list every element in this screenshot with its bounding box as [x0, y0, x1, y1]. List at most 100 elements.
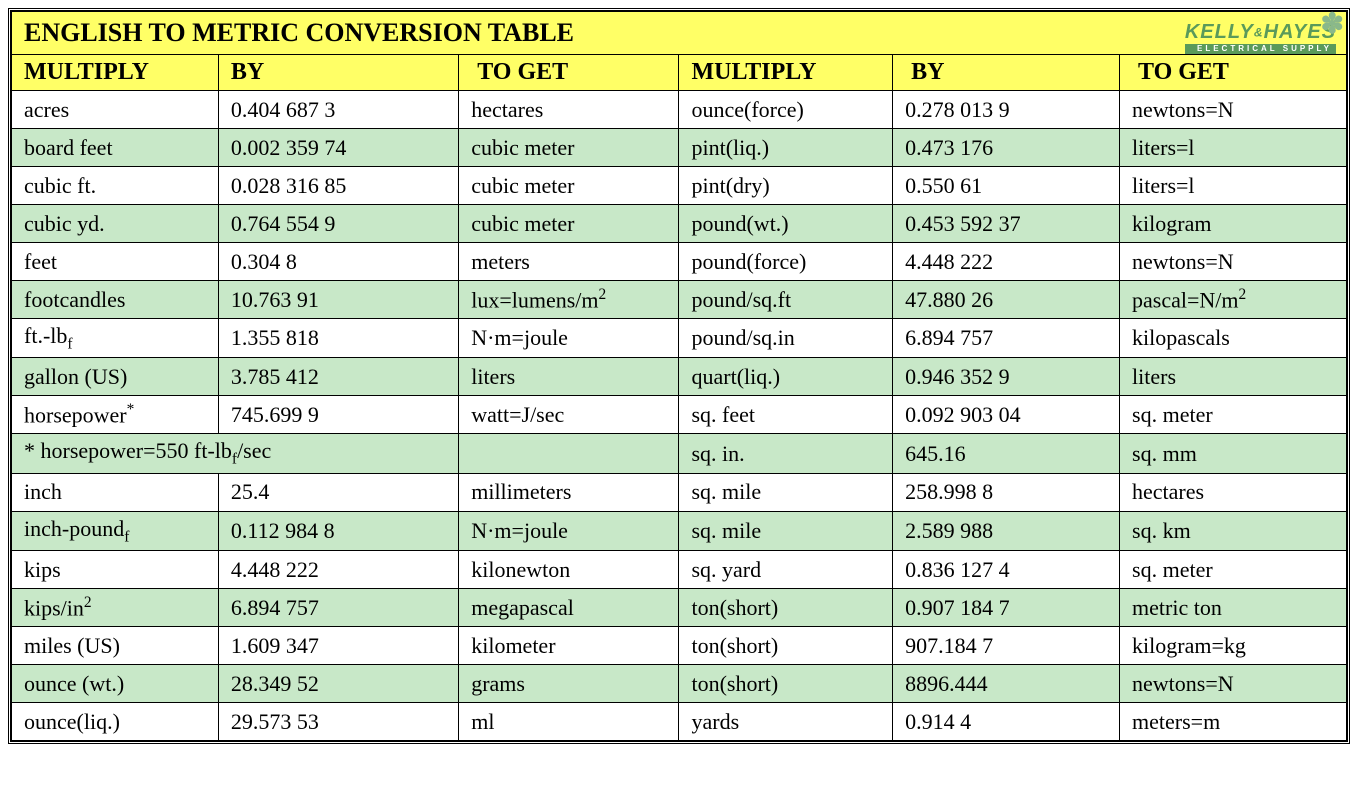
multiply-1-cell: board feet — [12, 129, 219, 167]
toget-2-cell: sq. km — [1120, 511, 1347, 550]
header-multiply-2: MULTIPLY — [679, 55, 893, 91]
toget-2-cell: sq. meter — [1120, 551, 1347, 589]
by-2-cell: 0.836 127 4 — [893, 551, 1120, 589]
table-row: kips4.448 222kilonewtonsq. yard0.836 127… — [12, 551, 1347, 589]
multiply-2-cell: ton(short) — [679, 665, 893, 703]
multiply-1-cell: kips/in2 — [12, 589, 219, 627]
multiply-1-cell: ft.-lbf — [12, 319, 219, 358]
toget-2-cell: sq. mm — [1120, 434, 1347, 473]
brand-main-text: KELLY&HAYES — [1185, 21, 1336, 43]
multiply-2-cell: pound/sq.ft — [679, 281, 893, 319]
table-row: miles (US)1.609 347kilometerton(short)90… — [12, 627, 1347, 665]
by-2-cell: 47.880 26 — [893, 281, 1120, 319]
by-2-cell: 645.16 — [893, 434, 1120, 473]
brand-amp: & — [1254, 26, 1264, 40]
toget-2-cell: newtons=N — [1120, 665, 1347, 703]
multiply-2-cell: sq. yard — [679, 551, 893, 589]
by-2-cell: 6.894 757 — [893, 319, 1120, 358]
by-2-cell: 0.550 61 — [893, 167, 1120, 205]
toget-2-cell: sq. meter — [1120, 396, 1347, 434]
toget-1-cell: N·m=joule — [459, 319, 679, 358]
by-2-cell: 0.946 352 9 — [893, 358, 1120, 396]
conversion-table-wrapper: ENGLISH TO METRIC CONVERSION TABLE ✽ KEL… — [8, 8, 1350, 744]
multiply-2-cell: sq. mile — [679, 511, 893, 550]
by-2-cell: 0.473 176 — [893, 129, 1120, 167]
star-icon: ✽ — [1321, 10, 1344, 38]
by-2-cell: 258.998 8 — [893, 473, 1120, 511]
by-1-cell: 745.699 9 — [218, 396, 458, 434]
toget-1-cell: cubic meter — [459, 129, 679, 167]
multiply-2-cell: pound(force) — [679, 243, 893, 281]
table-row: * horsepower=550 ft-lbf/secsq. in.645.16… — [12, 434, 1347, 473]
multiply-1-cell: kips — [12, 551, 219, 589]
brand-logo: ✽ KELLY&HAYES ELECTRICAL SUPPLY — [1185, 16, 1336, 54]
toget-1-cell: megapascal — [459, 589, 679, 627]
toget-2-cell: newtons=N — [1120, 243, 1347, 281]
toget-1-cell: watt=J/sec — [459, 396, 679, 434]
toget-2-cell: liters — [1120, 358, 1347, 396]
header-multiply-1: MULTIPLY — [12, 55, 219, 91]
by-1-cell: 1.355 818 — [218, 319, 458, 358]
toget-1-cell: hectares — [459, 91, 679, 129]
toget-1-cell: kilometer — [459, 627, 679, 665]
toget-1-cell: cubic meter — [459, 167, 679, 205]
by-2-cell: 0.914 4 — [893, 703, 1120, 741]
toget-1-cell: ml — [459, 703, 679, 741]
by-2-cell: 4.448 222 — [893, 243, 1120, 281]
multiply-1-cell: horsepower* — [12, 396, 219, 434]
brand-subtitle: ELECTRICAL SUPPLY — [1185, 44, 1336, 54]
multiply-1-cell: ounce(liq.) — [12, 703, 219, 741]
toget-2-cell: metric ton — [1120, 589, 1347, 627]
toget-1-cell: meters — [459, 243, 679, 281]
by-1-cell: 0.304 8 — [218, 243, 458, 281]
toget-2-cell: meters=m — [1120, 703, 1347, 741]
multiply-2-cell: pound/sq.in — [679, 319, 893, 358]
table-row: gallon (US)3.785 412litersquart(liq.)0.9… — [12, 358, 1347, 396]
toget-2-cell: pascal=N/m2 — [1120, 281, 1347, 319]
toget-2-cell: hectares — [1120, 473, 1347, 511]
empty-cell — [459, 434, 679, 473]
table-title-cell: ENGLISH TO METRIC CONVERSION TABLE ✽ KEL… — [12, 12, 1347, 55]
multiply-2-cell: ounce(force) — [679, 91, 893, 129]
toget-1-cell: millimeters — [459, 473, 679, 511]
table-row: cubic yd.0.764 554 9cubic meterpound(wt.… — [12, 205, 1347, 243]
by-2-cell: 907.184 7 — [893, 627, 1120, 665]
by-2-cell: 0.278 013 9 — [893, 91, 1120, 129]
toget-2-cell: newtons=N — [1120, 91, 1347, 129]
header-toget-1: TO GET — [459, 55, 679, 91]
multiply-2-cell: ton(short) — [679, 589, 893, 627]
table-row: acres0.404 687 3hectaresounce(force)0.27… — [12, 91, 1347, 129]
multiply-1-cell: feet — [12, 243, 219, 281]
conversion-table: ENGLISH TO METRIC CONVERSION TABLE ✽ KEL… — [11, 11, 1347, 741]
multiply-2-cell: sq. mile — [679, 473, 893, 511]
table-row: horsepower*745.699 9watt=J/secsq. feet0.… — [12, 396, 1347, 434]
by-1-cell: 3.785 412 — [218, 358, 458, 396]
toget-1-cell: liters — [459, 358, 679, 396]
by-1-cell: 0.002 359 74 — [218, 129, 458, 167]
by-2-cell: 0.092 903 04 — [893, 396, 1120, 434]
title-row: ENGLISH TO METRIC CONVERSION TABLE ✽ KEL… — [12, 12, 1347, 55]
by-1-cell: 10.763 91 — [218, 281, 458, 319]
toget-1-cell: N·m=joule — [459, 511, 679, 550]
toget-2-cell: kilogram=kg — [1120, 627, 1347, 665]
toget-1-cell: cubic meter — [459, 205, 679, 243]
header-row: MULTIPLY BY TO GET MULTIPLY BY TO GET — [12, 55, 1347, 91]
brand-word-1: KELLY — [1185, 21, 1254, 43]
footnote-cell: * horsepower=550 ft-lbf/sec — [12, 434, 459, 473]
multiply-2-cell: pound(wt.) — [679, 205, 893, 243]
multiply-2-cell: pint(dry) — [679, 167, 893, 205]
by-1-cell: 0.028 316 85 — [218, 167, 458, 205]
table-row: ft.-lbf1.355 818N·m=joulepound/sq.in6.89… — [12, 319, 1347, 358]
multiply-1-cell: inch-poundf — [12, 511, 219, 550]
table-row: footcandles10.763 91lux=lumens/m2pound/s… — [12, 281, 1347, 319]
multiply-2-cell: pint(liq.) — [679, 129, 893, 167]
header-toget-2: TO GET — [1120, 55, 1347, 91]
header-by-1: BY — [218, 55, 458, 91]
multiply-1-cell: inch — [12, 473, 219, 511]
toget-2-cell: liters=l — [1120, 129, 1347, 167]
toget-2-cell: kilopascals — [1120, 319, 1347, 358]
multiply-2-cell: ton(short) — [679, 627, 893, 665]
multiply-1-cell: acres — [12, 91, 219, 129]
table-row: inch25.4millimeterssq. mile258.998 8hect… — [12, 473, 1347, 511]
toget-2-cell: liters=l — [1120, 167, 1347, 205]
